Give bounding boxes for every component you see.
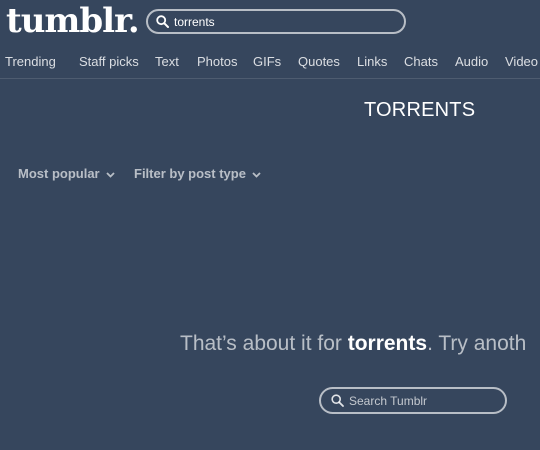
post-type-dropdown-label: Filter by post type — [134, 166, 246, 181]
nav-audio[interactable]: Audio — [455, 54, 488, 69]
nav-quotes[interactable]: Quotes — [298, 54, 340, 69]
nav-links[interactable]: Links — [357, 54, 387, 69]
explore-nav: Trending Staff picks Text Photos GIFs Qu… — [0, 44, 540, 79]
search-tumblr-input[interactable] — [349, 393, 499, 409]
tumblr-logo[interactable]: tumblr. — [6, 1, 140, 41]
nav-chats[interactable]: Chats — [404, 54, 438, 69]
chevron-down-icon — [105, 171, 115, 178]
page-title: TORRENTS — [364, 99, 476, 121]
nav-photos[interactable]: Photos — [197, 54, 237, 69]
page: tumblr. Trending Staff picks Text Photos… — [0, 0, 540, 450]
nav-video[interactable]: Video — [505, 54, 538, 69]
post-type-dropdown[interactable]: Filter by post type — [134, 166, 261, 181]
nav-text[interactable]: Text — [155, 54, 179, 69]
search-tumblr-bar[interactable] — [319, 387, 507, 414]
empty-results-message: That’s about it for torrents. Try anoth — [180, 332, 526, 356]
chevron-down-icon — [252, 171, 261, 178]
empty-message-prefix: That’s about it for — [180, 332, 348, 355]
empty-message-suffix: . Try anoth — [427, 332, 527, 355]
header-search-bar[interactable] — [146, 9, 406, 34]
nav-trending[interactable]: Trending — [5, 54, 56, 69]
header-search-input[interactable] — [174, 13, 394, 31]
nav-gifs[interactable]: GIFs — [253, 54, 281, 69]
empty-message-term: torrents — [347, 332, 428, 355]
sort-dropdown-label: Most popular — [18, 166, 100, 181]
sort-dropdown[interactable]: Most popular — [18, 166, 115, 181]
nav-staff-picks[interactable]: Staff picks — [79, 54, 139, 69]
search-icon — [156, 15, 169, 28]
search-icon — [331, 394, 344, 407]
